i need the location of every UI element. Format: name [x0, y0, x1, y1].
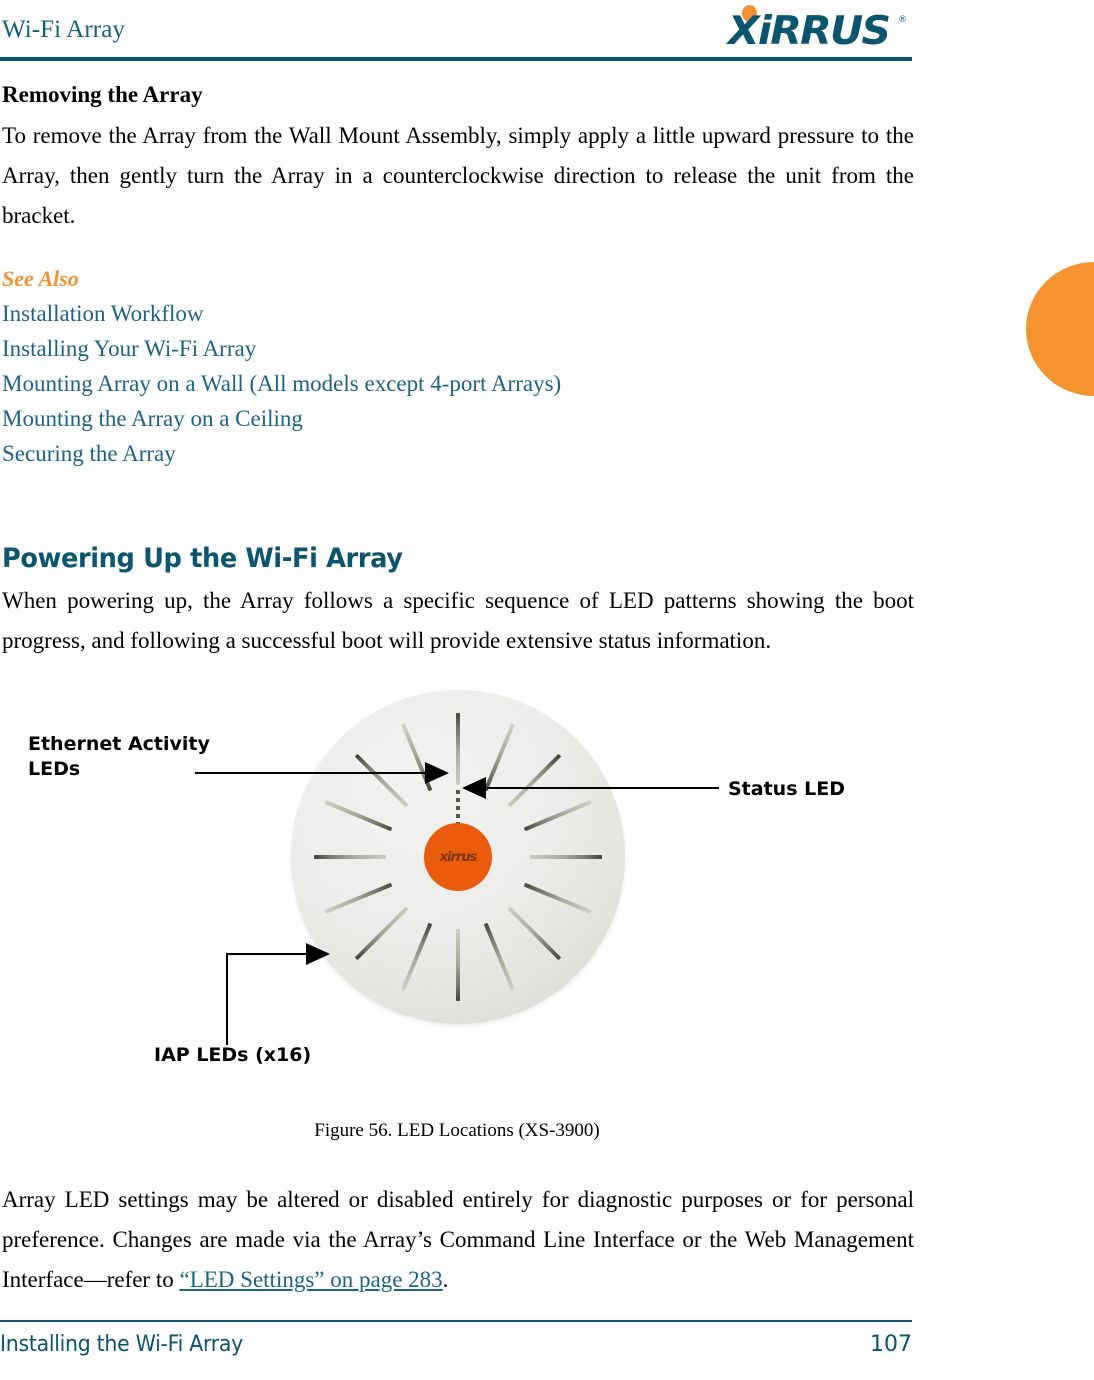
leader-line-status: [487, 787, 719, 789]
leader-arrow-ethernet-icon: [425, 762, 449, 784]
iap-led: [456, 929, 460, 1001]
logo-registered-mark: ®: [898, 15, 907, 25]
leader-line-iap-vertical: [226, 953, 228, 1045]
see-also-link-mounting-array-on-a-ceiling[interactable]: Mounting the Array on a Ceiling: [2, 401, 914, 436]
section-heading-powering-up: Powering Up the Wi-Fi Array: [2, 543, 403, 574]
iap-led: [324, 800, 393, 832]
see-also-label: See Also: [2, 266, 79, 291]
callout-ethernet-activity-leds: Ethernet Activity LEDs: [28, 733, 210, 780]
iap-led: [354, 753, 409, 808]
iap-led: [523, 800, 592, 832]
iap-led: [354, 906, 409, 961]
leader-line-ethernet: [195, 772, 427, 774]
status-led: [456, 814, 460, 818]
footer-page-number: 107: [870, 1332, 912, 1357]
page-header: Wi-Fi Array XiRRUS ®: [0, 0, 1094, 62]
see-also-link-securing-the-array[interactable]: Securing the Array: [2, 436, 914, 471]
see-also-link-mounting-array-on-a-wall[interactable]: Mounting Array on a Wall (All models exc…: [2, 366, 914, 401]
iap-led: [507, 753, 562, 808]
footer-divider: [0, 1320, 912, 1322]
see-also-link-installation-workflow[interactable]: Installation Workflow: [2, 296, 914, 331]
iap-led: [401, 922, 433, 991]
iap-led: [483, 723, 515, 792]
link-led-settings-page-283[interactable]: “LED Settings” on page 283: [180, 1267, 443, 1292]
callout-iap-leds: IAP LEDs (x16): [154, 1044, 312, 1066]
footer-chapter-title: Installing the Wi-Fi Array: [0, 1332, 243, 1357]
array-device-illustration: xirrus: [291, 690, 625, 1024]
header-divider: [0, 57, 912, 61]
iap-led: [483, 922, 515, 991]
iap-led: [456, 713, 460, 785]
device-center-badge: xirrus: [424, 823, 492, 891]
ethernet-activity-led: [456, 798, 460, 802]
see-also-link-installing-your-wifi-array[interactable]: Installing Your Wi-Fi Array: [2, 331, 914, 366]
page-footer: Installing the Wi-Fi Array 107: [0, 1320, 1094, 1380]
section-heading-removing-the-array: Removing the Array: [2, 82, 203, 107]
leader-arrow-status-icon: [462, 777, 486, 799]
header-title: Wi-Fi Array: [2, 16, 125, 43]
device-badge-label: xirrus: [439, 849, 478, 865]
document-page: Wi-Fi Array XiRRUS ® Removing the Array …: [0, 0, 1094, 1380]
ethernet-activity-led: [456, 790, 460, 794]
iap-led: [314, 855, 386, 859]
paragraph-led-settings-text-after: .: [442, 1267, 449, 1292]
logo-wordmark: XiRRUS: [728, 9, 891, 54]
page-content: Removing the Array To remove the Array f…: [2, 62, 914, 661]
closing-content: Array LED settings may be altered or dis…: [2, 1180, 914, 1300]
iap-led: [523, 882, 592, 914]
callout-status-led: Status LED: [728, 778, 845, 800]
paragraph-led-settings: Array LED settings may be altered or dis…: [2, 1180, 914, 1300]
leader-line-iap-horizontal: [226, 953, 308, 955]
figure-caption: Figure 56. LED Locations (XS-3900): [314, 1120, 600, 1141]
xirrus-logo: XiRRUS ®: [728, 4, 908, 54]
ethernet-activity-led: [456, 806, 460, 810]
paragraph-led-settings-text-before: Array LED settings may be altered or dis…: [2, 1187, 914, 1292]
leader-arrow-iap-icon: [306, 943, 330, 965]
iap-led: [324, 882, 393, 914]
paragraph-powering-up: When powering up, the Array follows a sp…: [2, 588, 914, 653]
figure-led-locations: xirrus Ethernet Activity LEDs Status LED…: [0, 660, 1094, 1120]
chapter-thumb-tab: [1026, 262, 1094, 396]
paragraph-removing-the-array: To remove the Array from the Wall Mount …: [2, 123, 914, 228]
iap-led: [507, 906, 562, 961]
iap-led: [530, 855, 602, 859]
